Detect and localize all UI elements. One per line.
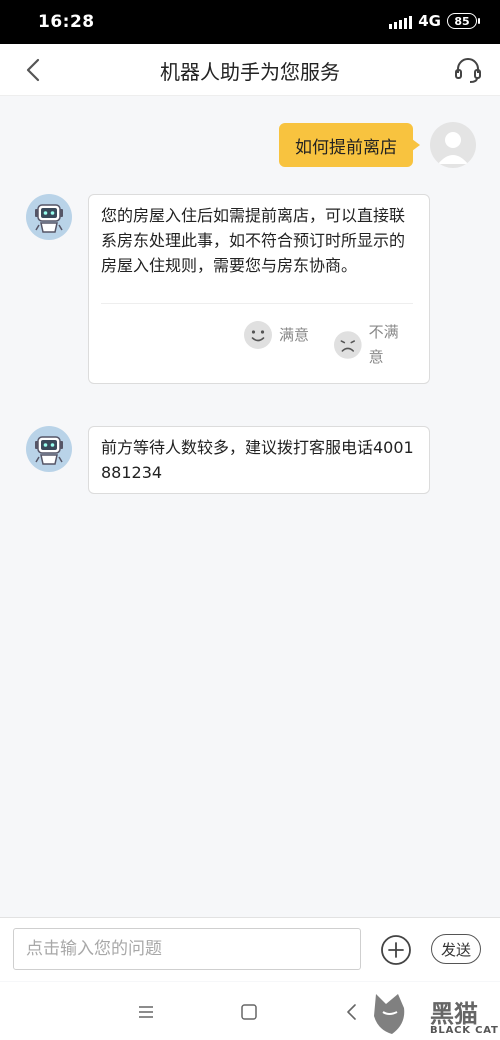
status-time: 16:28: [38, 12, 95, 32]
rating-row: 满意 不满意: [101, 303, 413, 366]
user-avatar: [430, 122, 476, 168]
bot-avatar: [26, 426, 72, 472]
status-indicators: 4G 85: [389, 12, 480, 30]
send-label: 发送: [440, 940, 471, 959]
unsatisfied-button[interactable]: 不满意: [333, 320, 413, 370]
robot-icon: [35, 204, 63, 233]
status-bar: 16:28 4G 85: [0, 0, 500, 44]
bot-avatar: [26, 194, 72, 240]
user-message-text: 如何提前离店: [295, 137, 397, 158]
smile-icon: [244, 321, 272, 349]
send-button[interactable]: 发送: [431, 934, 481, 964]
person-icon: [438, 132, 468, 164]
satisfied-button[interactable]: 满意: [243, 320, 309, 350]
network-type: 4G: [418, 12, 441, 30]
battery-level: 85: [454, 14, 470, 28]
battery-icon: 85: [447, 13, 480, 29]
unsatisfied-label: 不满意: [368, 323, 399, 366]
plus-icon[interactable]: [380, 934, 412, 966]
user-message-bubble: 如何提前离店: [279, 123, 420, 167]
watermark-text: 黑猫: [430, 1000, 478, 1028]
frown-icon: [333, 331, 362, 359]
bot-message-bubble: 前方等待人数较多，建议拨打客服电话4001881234: [88, 426, 430, 494]
question-input[interactable]: [13, 928, 361, 970]
satisfied-label: 满意: [279, 325, 310, 344]
app-header: 机器人助手为您服务: [0, 44, 500, 96]
menu-icon[interactable]: [136, 1002, 156, 1022]
bot-message-text: 您的房屋入住后如需提前离店，可以直接联系房东处理此事，如不符合预订时所显示的房屋…: [101, 206, 406, 275]
home-icon[interactable]: [239, 1002, 259, 1022]
signal-icon: [389, 13, 413, 29]
headset-icon[interactable]: [452, 54, 484, 86]
page-title: 机器人助手为您服务: [160, 60, 340, 84]
bot-message-text: 前方等待人数较多，建议拨打客服电话4001881234: [101, 438, 414, 482]
robot-icon: [35, 436, 63, 465]
watermark-subtext: BLACK CAT: [430, 1025, 499, 1036]
nav-back-icon[interactable]: [342, 1002, 362, 1022]
input-bar: 发送: [0, 917, 500, 981]
bot-message-bubble: 您的房屋入住后如需提前离店，可以直接联系房东处理此事，如不符合预订时所显示的房屋…: [88, 194, 430, 384]
